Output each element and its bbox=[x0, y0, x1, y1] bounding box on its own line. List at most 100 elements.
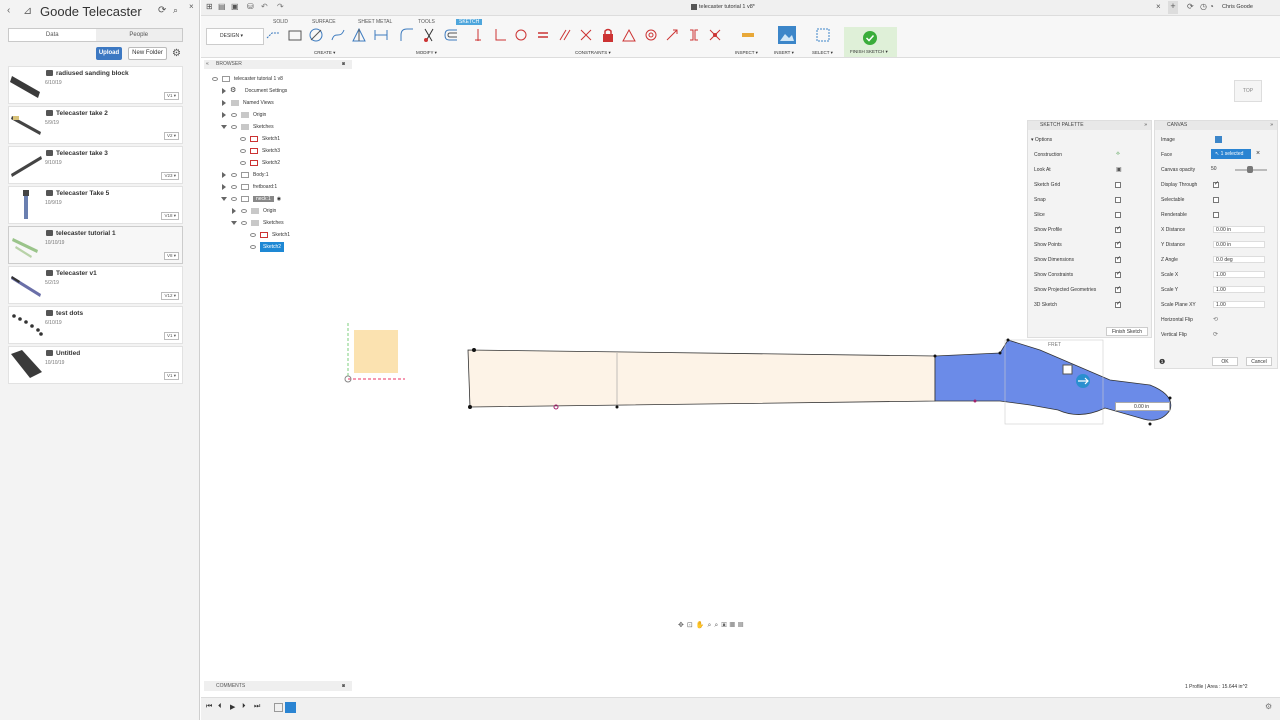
coincident-icon[interactable] bbox=[471, 28, 485, 42]
trim-icon[interactable] bbox=[422, 28, 436, 42]
visibility-icon[interactable] bbox=[250, 232, 256, 237]
expand-icon[interactable] bbox=[222, 183, 226, 190]
expand-icon[interactable] bbox=[221, 196, 227, 201]
undo-icon[interactable]: ↶ bbox=[261, 2, 268, 11]
new-folder-button[interactable]: New Folder bbox=[128, 47, 167, 60]
options-section[interactable]: ▾ Options bbox=[1031, 137, 1052, 143]
save-icon[interactable]: ⛁ bbox=[247, 2, 254, 11]
show-dimensions-checkbox[interactable] bbox=[1115, 255, 1121, 263]
tree-item-sketches[interactable]: Sketches bbox=[231, 218, 284, 228]
grid-settings-icon[interactable]: ▦ bbox=[730, 622, 738, 629]
selectable-checkbox[interactable] bbox=[1213, 197, 1219, 203]
browser-header[interactable]: « BROWSER ◙ bbox=[204, 60, 352, 69]
image-picker-icon[interactable] bbox=[1215, 136, 1222, 143]
tree-item-origin[interactable]: Origin bbox=[232, 206, 276, 216]
show-points-checkbox[interactable] bbox=[1115, 240, 1121, 248]
expand-icon[interactable] bbox=[232, 207, 236, 214]
midpoint-icon[interactable] bbox=[687, 28, 701, 42]
expand-icon[interactable] bbox=[222, 111, 226, 118]
file-item[interactable]: radiused sanding block 6/10/19 V1 ▾ bbox=[8, 66, 183, 104]
display-through-checkbox[interactable] bbox=[1213, 180, 1219, 188]
workspace-switcher[interactable]: DESIGN ▾ bbox=[206, 28, 264, 45]
visibility-icon[interactable] bbox=[231, 172, 237, 177]
version-badge[interactable]: V1 ▾ bbox=[163, 92, 179, 100]
expand-panel-icon[interactable]: » bbox=[1270, 121, 1273, 130]
tree-item-sketch[interactable]: Sketch3 bbox=[240, 146, 280, 156]
finish-sketch-button[interactable]: Finish Sketch bbox=[1106, 327, 1148, 336]
expand-icon[interactable] bbox=[222, 87, 226, 94]
visibility-icon[interactable] bbox=[231, 196, 237, 201]
go-to-start-icon[interactable]: ⏮ bbox=[206, 703, 212, 711]
panel-options-icon[interactable]: ◙ bbox=[342, 681, 345, 691]
save-icon[interactable]: ▣ bbox=[231, 2, 239, 11]
perpendicular-icon[interactable] bbox=[579, 28, 593, 42]
tree-item-body[interactable]: Body:1 bbox=[222, 170, 269, 180]
tab-sheet-metal[interactable]: SHEET METAL bbox=[358, 19, 392, 25]
polygon-icon[interactable] bbox=[352, 28, 366, 42]
redo-icon[interactable]: ↷ bbox=[277, 2, 284, 11]
scale-handle[interactable] bbox=[1062, 364, 1073, 375]
cancel-button[interactable]: Cancel bbox=[1246, 357, 1272, 366]
look-at-icon[interactable]: ▣ bbox=[1116, 166, 1122, 173]
show-projected-checkbox[interactable] bbox=[1115, 285, 1121, 293]
tree-item-sketch[interactable]: Sketch2 bbox=[240, 158, 280, 168]
refresh-icon[interactable]: ⟳ bbox=[158, 5, 166, 16]
back-icon[interactable]: ‹ bbox=[7, 5, 10, 16]
tab-surface[interactable]: SURFACE bbox=[312, 19, 336, 25]
version-badge[interactable]: V23 ▾ bbox=[161, 172, 179, 180]
face-selector[interactable]: ↖ 1 selected bbox=[1211, 149, 1251, 159]
collinear-icon[interactable] bbox=[493, 28, 507, 42]
expand-icon[interactable] bbox=[231, 220, 237, 225]
tree-item-sketch-active[interactable]: Sketch2 bbox=[250, 242, 285, 252]
sketch-grid-checkbox[interactable] bbox=[1115, 182, 1121, 188]
visibility-icon[interactable] bbox=[241, 220, 247, 225]
construction-icon[interactable]: ⟡ bbox=[1116, 151, 1120, 158]
measure-icon[interactable] bbox=[741, 28, 755, 42]
grid-icon[interactable]: ⊞ bbox=[206, 2, 213, 11]
close-tab-icon[interactable]: × bbox=[1156, 2, 1161, 11]
pan-icon[interactable]: ✋ bbox=[696, 622, 708, 629]
neck-profile[interactable] bbox=[467, 349, 936, 408]
tree-item-named-views[interactable]: Named Views bbox=[222, 98, 274, 108]
version-badge[interactable]: V1 ▾ bbox=[163, 372, 179, 380]
insert-image-icon[interactable] bbox=[778, 26, 796, 44]
close-icon[interactable]: × bbox=[189, 2, 194, 11]
snap-checkbox[interactable] bbox=[1115, 197, 1121, 203]
gear-icon[interactable]: ⚙ bbox=[172, 48, 181, 59]
clear-selection-icon[interactable]: × bbox=[1256, 150, 1260, 157]
scale-y-input[interactable]: 1.00 bbox=[1213, 286, 1265, 293]
circle-icon[interactable] bbox=[309, 28, 323, 42]
fillet-icon[interactable] bbox=[400, 28, 414, 42]
viewcube[interactable]: TOP bbox=[1234, 80, 1262, 102]
tab-tools[interactable]: TOOLS bbox=[418, 19, 435, 25]
visibility-icon[interactable] bbox=[241, 208, 247, 213]
insert-menu[interactable]: INSERT ▾ bbox=[774, 50, 794, 56]
viewports-icon[interactable]: ▤ bbox=[738, 622, 746, 629]
equal-icon[interactable] bbox=[536, 28, 550, 42]
create-menu[interactable]: CREATE ▾ bbox=[314, 50, 335, 56]
tree-item-sketch[interactable]: Sketch1 bbox=[250, 230, 290, 240]
tree-item-sketch[interactable]: Sketch1 bbox=[240, 134, 280, 144]
file-item[interactable]: Telecaster Take 5 10/9/19 V18 ▾ bbox=[8, 186, 183, 224]
version-badge[interactable]: V2 ▾ bbox=[163, 132, 179, 140]
tab-people[interactable]: People bbox=[96, 29, 183, 41]
tab-data[interactable]: Data bbox=[9, 29, 96, 41]
renderable-checkbox[interactable] bbox=[1213, 212, 1219, 218]
expand-icon[interactable] bbox=[222, 171, 226, 178]
parallel-icon[interactable] bbox=[558, 28, 572, 42]
z-angle-input[interactable]: 0.0 deg bbox=[1213, 256, 1265, 263]
horizontal-flip-icon[interactable]: ⟲ bbox=[1213, 316, 1218, 323]
version-badge[interactable]: V18 ▾ bbox=[161, 212, 179, 220]
tab-solid[interactable]: SOLID bbox=[273, 19, 288, 25]
tree-item-neck[interactable]: neck:1 ◉ bbox=[221, 194, 281, 204]
ok-button[interactable]: OK bbox=[1212, 357, 1238, 366]
select-icon[interactable] bbox=[816, 28, 831, 43]
spline-icon[interactable] bbox=[331, 28, 345, 42]
file-menu-icon[interactable]: ▤ bbox=[218, 2, 226, 11]
active-radio-icon[interactable]: ◉ bbox=[277, 196, 281, 202]
expand-panel-icon[interactable]: » bbox=[1144, 121, 1147, 130]
go-to-end-icon[interactable]: ⏭ bbox=[254, 703, 260, 711]
concentric-icon[interactable] bbox=[514, 28, 528, 42]
modify-menu[interactable]: MODIFY ▾ bbox=[416, 50, 437, 56]
line-icon[interactable] bbox=[266, 28, 280, 42]
